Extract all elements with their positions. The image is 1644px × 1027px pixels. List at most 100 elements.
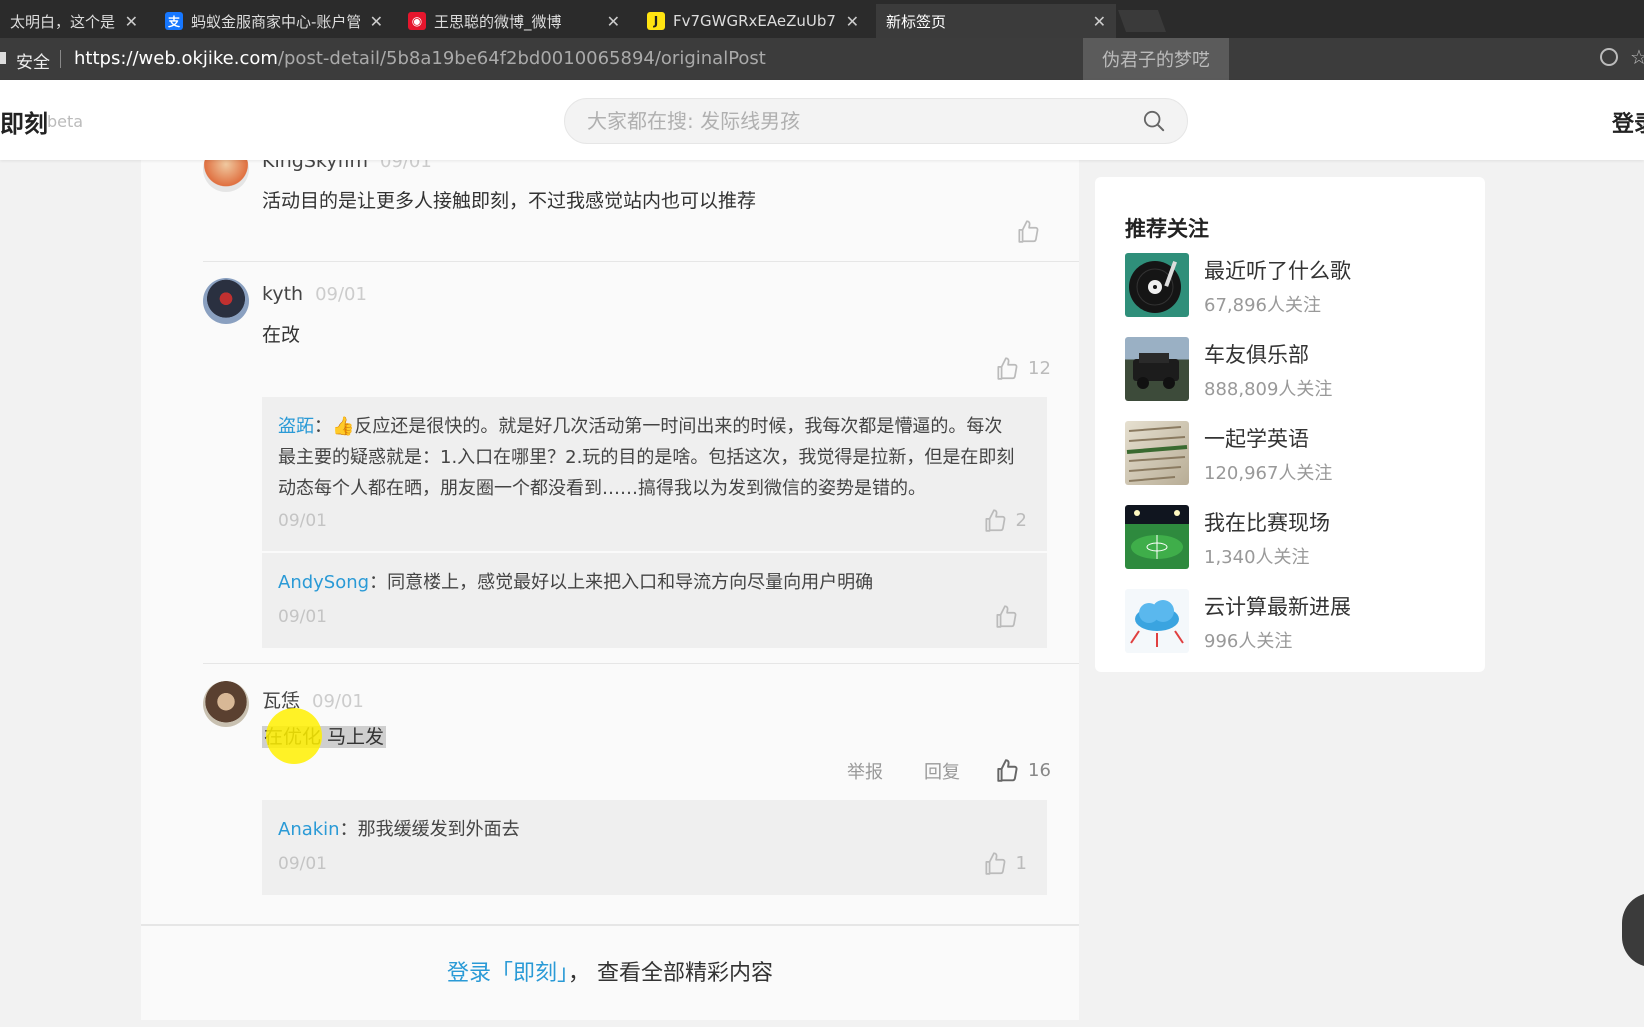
topic-item[interactable]: 最近听了什么歌 67,896人关注 bbox=[1125, 253, 1465, 317]
reply-content: 反应还是很快的。就是好几次活动第一时间出来的时候，我每次都是懵逼的。每次最主要的… bbox=[278, 416, 1015, 499]
new-tab-button[interactable] bbox=[1117, 10, 1167, 32]
reply-author[interactable]: AndySong bbox=[278, 572, 369, 593]
browser-tab[interactable]: 支 蚂蚁金服商家中心-账户管 ✕ bbox=[155, 4, 393, 38]
site-logo[interactable]: 即刻 bbox=[0, 104, 48, 139]
topic-item[interactable]: 云计算最新进展 996人关注 bbox=[1125, 589, 1465, 653]
divider bbox=[203, 261, 1079, 262]
author-name: kyth bbox=[262, 283, 304, 305]
like-button[interactable]: 1 bbox=[982, 850, 1027, 876]
like-button[interactable] bbox=[993, 603, 1027, 629]
close-icon[interactable]: ✕ bbox=[607, 12, 620, 31]
report-button[interactable]: 举报 bbox=[847, 758, 883, 784]
topic-name: 车友俱乐部 bbox=[1204, 343, 1309, 367]
like-button[interactable]: 16 bbox=[994, 757, 1051, 783]
comment-date: 09/01 bbox=[312, 691, 364, 712]
like-count: 2 bbox=[1015, 509, 1027, 531]
login-link[interactable]: 登录「即刻」 bbox=[447, 961, 568, 986]
thumbs-up-icon bbox=[1018, 220, 1039, 243]
url-path: /post-detail/5b8a19be64f2bd0010065894/or… bbox=[277, 48, 766, 69]
close-icon[interactable]: ✕ bbox=[1093, 12, 1106, 31]
search-icon[interactable] bbox=[1143, 110, 1165, 132]
reply-item: AndySong：同意楼上，感觉最好以上来把入口和导流方向尽量向用户明确 09/… bbox=[262, 553, 1047, 648]
cursor-highlight bbox=[266, 708, 322, 764]
tab-title: 蚂蚁金服商家中心-账户管 bbox=[191, 12, 360, 31]
recommended-sidebar: 推荐关注 最近听了什么歌 67,896人关注 车友俱乐部 888,809人关注 … bbox=[1095, 177, 1485, 672]
back-to-top-button[interactable] bbox=[1622, 893, 1644, 967]
thumbs-up-icon bbox=[996, 605, 1017, 628]
reply-author[interactable]: 盗跖 bbox=[278, 416, 314, 437]
follower-count: 996人关注 bbox=[1204, 631, 1293, 652]
tab-title: 王思聪的微博_微博 bbox=[434, 12, 562, 31]
reply-item: Anakin：那我缓缓发到外面去 09/01 1 bbox=[262, 800, 1047, 895]
secure-label: 安全 bbox=[16, 53, 50, 73]
follower-count: 1,340人关注 bbox=[1204, 547, 1310, 568]
reply-text: 盗跖：👍反应还是很快的。就是好几次活动第一时间出来的时候，我每次都是懵逼的。每次… bbox=[278, 416, 1015, 499]
stadium-photo bbox=[1125, 505, 1189, 569]
reply-button[interactable]: 回复 bbox=[924, 758, 960, 784]
topic-item[interactable]: 我在比赛现场 1,340人关注 bbox=[1125, 505, 1465, 569]
search-input[interactable] bbox=[587, 99, 1127, 143]
browser-tab-bar: 太明白，这个是要 ✕ 支 蚂蚁金服商家中心-账户管 ✕ ◉ 王思聪的微博_微博 … bbox=[0, 0, 1644, 38]
reply-author[interactable]: Anakin bbox=[278, 819, 340, 840]
comment-text: 活动目的是让更多人接触即刻，不过我感觉站内也可以推荐 bbox=[262, 190, 757, 212]
browser-tab[interactable]: 太明白，这个是要 ✕ bbox=[0, 4, 148, 38]
reply-text: Anakin：那我缓缓发到外面去 bbox=[278, 819, 520, 840]
like-count: 12 bbox=[1028, 357, 1051, 379]
comment-author[interactable]: 瓦恁 09/01 bbox=[262, 686, 364, 713]
close-icon[interactable]: ✕ bbox=[370, 12, 383, 31]
car-photo bbox=[1125, 337, 1189, 401]
alipay-icon: 支 bbox=[165, 12, 183, 30]
topic-item[interactable]: 车友俱乐部 888,809人关注 bbox=[1125, 337, 1465, 401]
follower-count: 67,896人关注 bbox=[1204, 295, 1321, 316]
thumbs-up-icon bbox=[997, 357, 1018, 380]
cloud-computing-icon bbox=[1125, 589, 1189, 653]
browser-tab[interactable]: J Fv7GWGRxEAeZuUb7G ✕ bbox=[637, 4, 869, 38]
like-count: 1 bbox=[1015, 852, 1027, 874]
url-text[interactable]: https://web.okjike.com/post-detail/5b8a1… bbox=[74, 48, 766, 69]
comment-author[interactable]: kyth 09/01 bbox=[262, 283, 367, 305]
sidebar-title: 推荐关注 bbox=[1125, 217, 1209, 241]
tab-title: 新标签页 bbox=[886, 12, 947, 31]
topic-name: 一起学英语 bbox=[1204, 427, 1309, 451]
login-prompt: 登录「即刻」， 查看全部精彩内容 bbox=[141, 955, 1079, 987]
reply-date: 09/01 bbox=[278, 511, 327, 531]
english-dictionary-photo bbox=[1125, 421, 1189, 485]
close-icon[interactable]: ✕ bbox=[125, 12, 138, 31]
avatar[interactable] bbox=[203, 681, 249, 727]
star-icon[interactable]: ☆ bbox=[1630, 45, 1644, 69]
browser-tab-active[interactable]: 新标签页 ✕ bbox=[876, 4, 1116, 38]
topic-name: 最近听了什么歌 bbox=[1204, 259, 1351, 283]
like-button[interactable]: 2 bbox=[982, 507, 1027, 533]
thumbs-up-icon bbox=[985, 509, 1005, 532]
login-button[interactable]: 登录 bbox=[1612, 106, 1644, 138]
comment-list: KingSkyfim 09/01 活动目的是让更多人接触即刻，不过我感觉站内也可以… bbox=[141, 146, 1079, 1020]
vinyl-record-icon bbox=[1125, 253, 1189, 317]
follower-count: 120,967人关注 bbox=[1204, 463, 1333, 484]
reply-date: 09/01 bbox=[278, 854, 327, 874]
browser-tab[interactable]: ◉ 王思聪的微博_微博 ✕ bbox=[398, 4, 630, 38]
search-box[interactable] bbox=[564, 98, 1188, 144]
reply-date: 09/01 bbox=[278, 607, 327, 627]
thumbs-up-emoji-icon: 👍 bbox=[332, 416, 355, 437]
zoom-icon[interactable] bbox=[1600, 48, 1618, 66]
like-button[interactable]: 12 bbox=[994, 355, 1051, 381]
thumbs-up-icon bbox=[985, 852, 1005, 875]
jike-icon: J bbox=[647, 12, 665, 30]
ime-candidate: 伪君子的梦呓 bbox=[1083, 38, 1229, 80]
address-bar[interactable]: 安全 https://web.okjike.com/post-detail/5b… bbox=[0, 38, 1644, 80]
divider bbox=[60, 50, 61, 68]
close-icon[interactable]: ✕ bbox=[846, 12, 859, 31]
reply-text: AndySong：同意楼上，感觉最好以上来把入口和导流方向尽量向用户明确 bbox=[278, 572, 874, 593]
thumbs-up-icon bbox=[997, 759, 1018, 782]
lock-icon bbox=[0, 52, 6, 64]
topic-item[interactable]: 一起学英语 120,967人关注 bbox=[1125, 421, 1465, 485]
like-button[interactable] bbox=[1015, 218, 1049, 244]
topic-name: 云计算最新进展 bbox=[1204, 595, 1351, 619]
reply-item: 盗跖：👍反应还是很快的。就是好几次活动第一时间出来的时候，我每次都是懵逼的。每次… bbox=[262, 397, 1047, 551]
tab-title: 太明白，这个是要 bbox=[10, 12, 115, 31]
follower-count: 888,809人关注 bbox=[1204, 379, 1333, 400]
topic-name: 我在比赛现场 bbox=[1204, 511, 1330, 535]
avatar[interactable] bbox=[203, 278, 249, 324]
tab-title: Fv7GWGRxEAeZuUb7G bbox=[673, 12, 836, 30]
footer-text: 查看全部精彩内容 bbox=[597, 961, 774, 986]
